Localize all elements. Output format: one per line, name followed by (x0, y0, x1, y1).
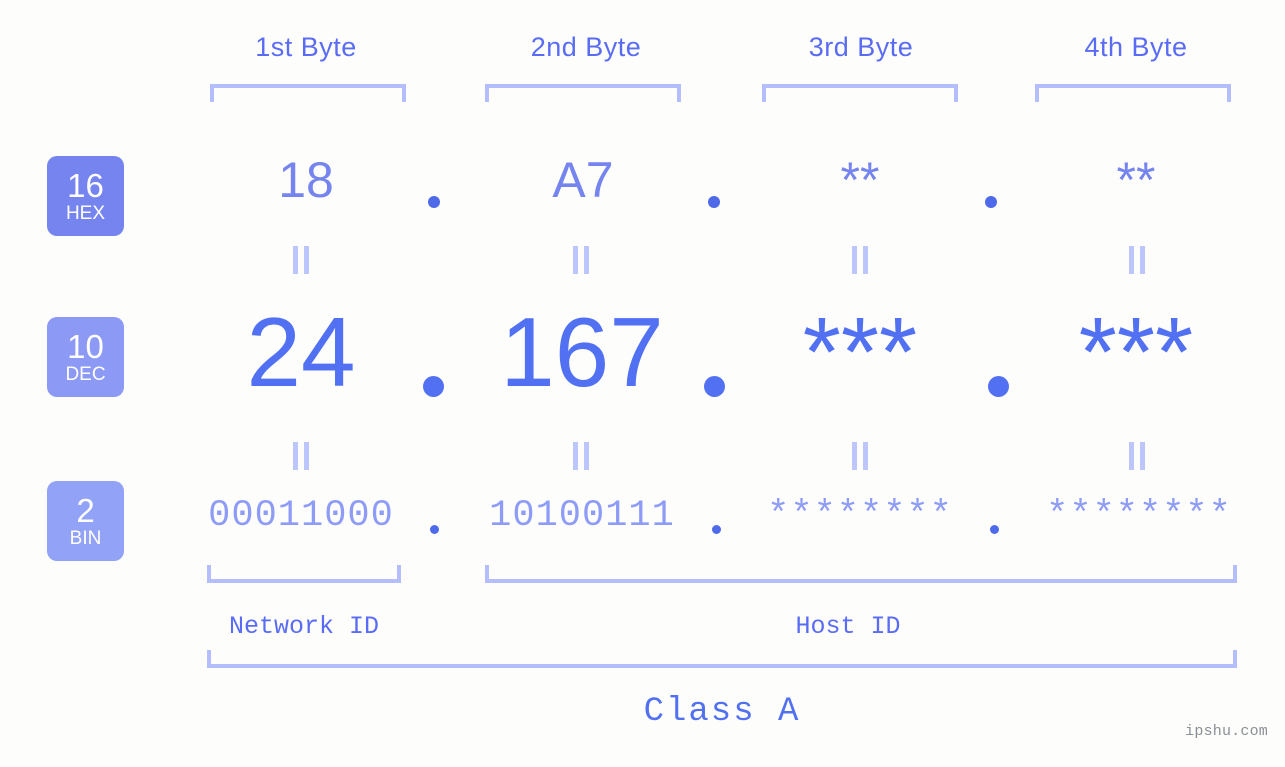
hex-byte-3-value: ** (840, 152, 880, 208)
dec-byte-3-value: *** (802, 297, 918, 407)
byte-header-3: 3rd Byte (808, 32, 914, 62)
hex-dot-separator-2 (708, 196, 720, 208)
bin-dot-separator-1 (430, 525, 439, 534)
ip-address-breakdown-diagram: 1st Byte 2nd Byte 3rd Byte 4th Byte 16 H… (0, 0, 1285, 767)
byte-header-1: 1st Byte (255, 32, 357, 62)
bin-byte-4-value: ******** (1046, 495, 1232, 537)
byte-bracket-2 (485, 84, 681, 102)
equals-separator-hex-dec-1 (291, 246, 311, 274)
dec-byte-1-value: 24 (246, 297, 356, 407)
byte-bracket-1 (210, 84, 406, 102)
network-id-bracket (207, 565, 401, 583)
network-id-label: Network ID (228, 612, 380, 641)
bin-byte-2-value: 10100111 (489, 495, 675, 537)
bin-byte-1-value: 00011000 (208, 495, 394, 537)
bin-byte-3-value: ******** (767, 495, 953, 537)
equals-separator-hex-dec-4 (1127, 246, 1147, 274)
byte-header-4: 4th Byte (1084, 32, 1188, 62)
equals-separator-dec-bin-3 (850, 442, 870, 470)
byte-header-2: 2nd Byte (530, 32, 642, 62)
dec-byte-4-value: *** (1078, 297, 1194, 407)
equals-separator-dec-bin-4 (1127, 442, 1147, 470)
hex-byte-4-value: ** (1116, 152, 1156, 208)
hex-dot-separator-1 (428, 196, 440, 208)
base-badge-dec-number: 10 (67, 327, 104, 365)
hex-byte-2-value: A7 (552, 152, 614, 208)
hex-byte-1-value: 18 (278, 152, 334, 208)
class-label: Class A (643, 693, 801, 731)
host-id-bracket (485, 565, 1237, 583)
class-bracket (207, 650, 1237, 668)
byte-bracket-4 (1035, 84, 1231, 102)
base-badge-bin-number: 2 (76, 491, 95, 529)
bin-dot-separator-3 (990, 525, 999, 534)
equals-separator-dec-bin-2 (571, 442, 591, 470)
watermark: ipshu.com (1185, 723, 1268, 740)
equals-separator-dec-bin-1 (291, 442, 311, 470)
equals-separator-hex-dec-2 (571, 246, 591, 274)
equals-separator-hex-dec-3 (850, 246, 870, 274)
base-badge-hex-number: 16 (67, 166, 104, 204)
base-badge-hex-name: HEX (65, 202, 106, 224)
hex-dot-separator-3 (985, 196, 997, 208)
base-badge-bin-name: BIN (69, 527, 102, 549)
dec-byte-2-value: 167 (500, 297, 664, 407)
host-id-label: Host ID (795, 612, 901, 641)
base-badge-bin[interactable]: 2 BIN (47, 481, 124, 561)
base-badge-hex[interactable]: 16 HEX (47, 156, 124, 236)
base-badge-dec[interactable]: 10 DEC (47, 317, 124, 397)
dec-dot-separator-1 (423, 376, 444, 397)
base-badge-dec-name: DEC (65, 363, 106, 385)
byte-bracket-3 (762, 84, 958, 102)
